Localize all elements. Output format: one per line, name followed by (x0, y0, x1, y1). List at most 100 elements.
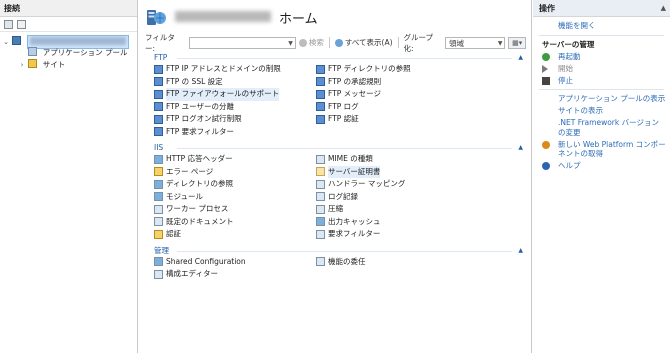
tree-item-server[interactable]: ⌄ (0, 35, 137, 49)
show-all-icon (334, 38, 343, 47)
feature-item[interactable]: ハンドラー マッピング (316, 178, 516, 191)
collapse-icon[interactable]: ▲ (661, 0, 666, 17)
dropdown-arrow-icon: ▼ (497, 39, 503, 47)
connections-header: 接続 (0, 0, 137, 17)
feature-item[interactable]: 機能の委任 (316, 256, 516, 269)
feature-item[interactable]: FTP の SSL 設定 (154, 76, 316, 89)
open-feature-link[interactable]: 機能を開く (533, 21, 670, 31)
group-header[interactable]: IIS ▲ (145, 142, 526, 153)
feature-item[interactable]: FTP 要求フィルター (154, 126, 316, 139)
restart-icon (542, 52, 550, 61)
handler-mappings-icon (316, 179, 325, 189)
collapse-icon[interactable]: ▲ (518, 142, 523, 153)
feature-item[interactable]: サーバー証明書 (316, 165, 516, 178)
feature-item[interactable]: FTP の承認規則 (316, 76, 516, 89)
search-button[interactable]: 検索 (298, 37, 324, 48)
connections-pane: 接続 ⌄ アプリケーション プール › サイト (0, 0, 138, 353)
play-icon (542, 64, 548, 73)
ftp-messages-icon (316, 89, 325, 99)
feature-item[interactable]: Shared Configuration (154, 256, 316, 269)
restart-link[interactable]: 再起動 (533, 52, 670, 62)
page-title: ホーム (279, 12, 318, 27)
start-link[interactable]: 開始 (533, 64, 670, 74)
ftp-directory-browsing-icon (316, 64, 325, 74)
feature-item[interactable]: FTP ファイアウォールのサポート (154, 88, 316, 101)
view-app-pools-link[interactable]: アプリケーション プールの表示 (533, 94, 670, 104)
feature-item[interactable]: ログ記録 (316, 191, 516, 204)
ftp-ssl-icon (154, 77, 163, 87)
view-sites-link[interactable]: サイトの表示 (533, 106, 670, 116)
show-all-button[interactable]: すべて表示(A) (334, 37, 393, 48)
stop-icon (542, 76, 550, 85)
feature-item[interactable]: 認証 (154, 228, 316, 241)
web-platform-link[interactable]: 新しい Web Platform コンポーネントの取得 (533, 140, 670, 159)
logging-icon (316, 192, 325, 202)
feature-item[interactable]: FTP IP アドレスとドメインの制限 (154, 63, 316, 76)
feature-item[interactable]: HTTP 応答ヘッダー (154, 153, 316, 166)
configuration-editor-icon (154, 269, 163, 279)
feature-item[interactable]: モジュール (154, 191, 316, 204)
blurred-server-name (29, 37, 126, 45)
group-header[interactable]: 管理 ▲ (145, 245, 526, 256)
server-icon (12, 36, 22, 45)
request-filtering-icon (316, 229, 325, 239)
feature-item[interactable]: ディレクトリの参照 (154, 178, 316, 191)
feature-item[interactable]: 出力キャッシュ (316, 216, 516, 229)
connections-toolbar (0, 17, 137, 32)
filter-toolbar: フィルター: ▼ 検索 すべて表示(A) グループ化: 領域 ▼ ▦▾ (145, 33, 526, 53)
feature-item[interactable]: ワーカー プロセス (154, 203, 316, 216)
default-document-icon (154, 217, 163, 227)
feature-item[interactable]: MIME の種類 (316, 153, 516, 166)
collapse-icon[interactable]: ▲ (518, 245, 523, 256)
group-ftp: FTP ▲ FTP IP アドレスとドメインの制限 FTP ディレクトリの参照 … (145, 52, 526, 138)
tree-item-label: アプリケーション プール (42, 48, 128, 57)
server-certificates-icon (316, 167, 325, 177)
features-pane: ホーム フィルター: ▼ 検索 すべて表示(A) グループ化: 領域 ▼ ▦▾ … (139, 0, 532, 353)
feature-item[interactable]: 要求フィルター (316, 228, 516, 241)
feature-item[interactable]: 構成エディター (154, 268, 316, 281)
compression-icon (316, 204, 325, 214)
group-by-label: グループ化: (403, 32, 434, 53)
filter-input[interactable]: ▼ (188, 36, 296, 49)
group-by-select[interactable]: 領域 ▼ (444, 36, 506, 49)
feature-item[interactable]: FTP ユーザーの分離 (154, 101, 316, 114)
feature-item[interactable]: FTP メッセージ (316, 88, 516, 101)
help-link[interactable]: ヘルプ (533, 161, 670, 171)
error-pages-icon (154, 167, 163, 177)
actions-pane: 操作 ▲ 機能を開く サーバーの管理 再起動 開始 停止 アプリケーション プー… (533, 0, 670, 353)
feature-item[interactable]: 圧縮 (316, 203, 516, 216)
ftp-authentication-icon (316, 114, 325, 124)
feature-item[interactable]: エラー ページ (154, 166, 316, 179)
ftp-user-isolation-icon (154, 102, 163, 112)
collapse-icon[interactable]: ▲ (518, 52, 523, 63)
feature-item[interactable]: FTP ログ (316, 101, 516, 114)
group-management: 管理 ▲ Shared Configuration 機能の委任 構成エディター (145, 245, 526, 281)
chevron-right-icon[interactable]: › (18, 59, 26, 71)
stop-link[interactable]: 停止 (533, 76, 670, 86)
http-headers-icon (154, 154, 163, 164)
feature-item[interactable]: FTP ディレクトリの参照 (316, 63, 516, 76)
dotnet-version-link[interactable]: .NET Framework バージョンの変更 (533, 118, 670, 137)
filter-label: フィルター: (145, 32, 175, 53)
feature-item[interactable]: FTP ログオン試行制限 (154, 113, 316, 126)
group-header[interactable]: FTP ▲ (145, 52, 526, 63)
view-mode-button[interactable]: ▦▾ (508, 36, 526, 49)
feature-item[interactable]: FTP 認証 (316, 113, 516, 126)
filter-funnel-icon (298, 38, 307, 47)
actions-header: 操作 ▲ (533, 0, 670, 17)
ftp-logging-icon (316, 102, 325, 112)
web-platform-icon (542, 140, 550, 149)
feature-item[interactable]: 既定のドキュメント (154, 216, 316, 229)
authentication-icon (154, 229, 163, 239)
tree-item-app-pools[interactable]: アプリケーション プール (0, 47, 137, 59)
page-title-area: ホーム (139, 0, 531, 33)
group-iis: IIS ▲ HTTP 応答ヘッダー MIME の種類 エラー ページ サーバー証… (145, 142, 526, 241)
app-pool-icon (28, 47, 38, 56)
features-list: FTP ▲ FTP IP アドレスとドメインの制限 FTP ディレクトリの参照 … (145, 52, 526, 353)
tree-item-sites[interactable]: › サイト (0, 59, 137, 71)
connect-icon[interactable] (4, 19, 13, 29)
save-icon[interactable] (17, 19, 26, 29)
toolbar-separator (328, 37, 330, 48)
ftp-logon-attempts-icon (154, 114, 163, 124)
connections-tree: ⌄ アプリケーション プール › サイト (0, 32, 137, 71)
